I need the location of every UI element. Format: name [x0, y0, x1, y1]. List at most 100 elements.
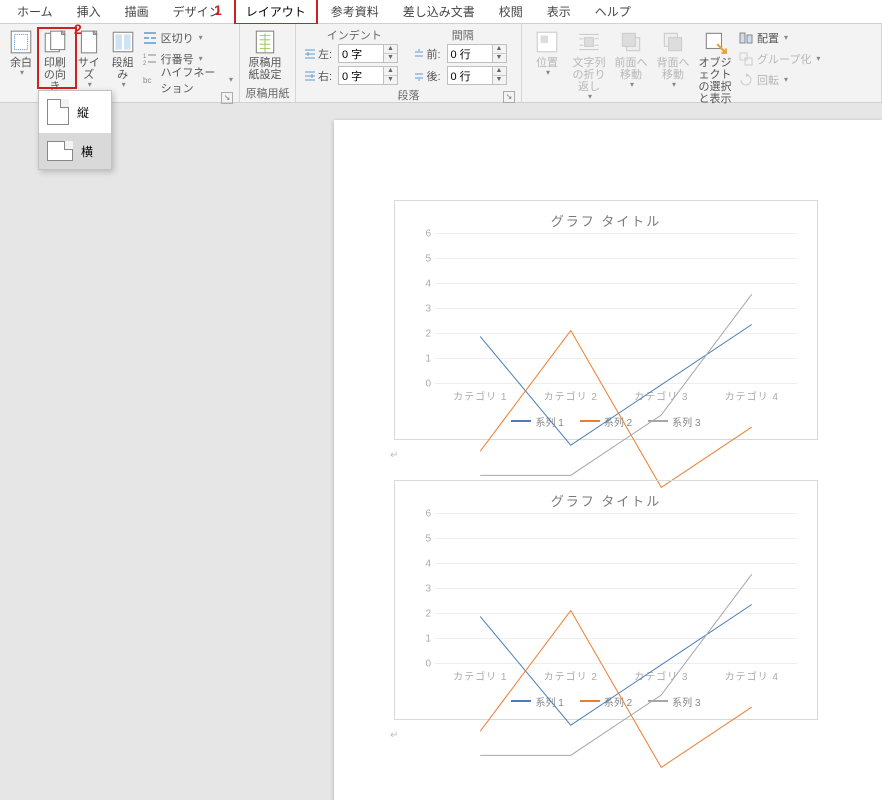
- bring-forward-label: 前面へ移動: [611, 57, 651, 81]
- chart-title: グラフ タイトル: [395, 491, 817, 510]
- indent-right-input[interactable]: [338, 66, 384, 85]
- spacing-before-input[interactable]: [447, 44, 493, 63]
- group-label-manuscript: 原稿用紙: [244, 85, 291, 101]
- ribbon-tabs: ホーム 挿入 描画 デザイン レイアウト 参考資料 差し込み文書 校閲 表示 ヘ…: [0, 0, 882, 24]
- breaks-label: 区切り: [161, 30, 194, 46]
- spacing-after-label: 後:: [413, 68, 447, 84]
- group-arrange: 位置 文字列の折り返し 前面へ移動 背面へ移動 オブジェクトの選択と表示: [522, 24, 882, 102]
- indent-right-label: 右:: [304, 68, 338, 84]
- rotate-button: 回転: [736, 69, 822, 90]
- selection-pane-label: オブジェクトの選択と表示: [695, 57, 735, 105]
- align-label: 配置: [757, 30, 779, 46]
- spacing-after-spinner[interactable]: ▲▼: [493, 66, 507, 85]
- annotation-2: 2: [74, 21, 82, 37]
- chart-title: グラフ タイトル: [395, 211, 817, 230]
- indent-title: インデント: [304, 27, 405, 43]
- orientation-portrait[interactable]: 縦: [39, 91, 111, 133]
- position-button: 位置: [526, 27, 568, 80]
- chart-2[interactable]: グラフ タイトル0123456カテゴリ 1カテゴリ 2カテゴリ 3カテゴリ 4系…: [394, 480, 818, 720]
- margins-icon: [8, 29, 34, 55]
- paragraph-dialog-launcher[interactable]: ↘: [503, 91, 515, 103]
- group-page-setup: 余白 印刷の向き サイズ 段組み 区切り 12 行: [0, 24, 240, 102]
- y-tick: 1: [425, 354, 431, 365]
- svg-text:2: 2: [143, 61, 147, 67]
- send-backward-icon: [660, 29, 686, 55]
- bring-forward-icon: [618, 29, 644, 55]
- rotate-label: 回転: [757, 72, 779, 88]
- align-button[interactable]: 配置: [736, 27, 822, 48]
- tab-help[interactable]: ヘルプ: [584, 0, 642, 24]
- y-tick: 2: [425, 329, 431, 340]
- y-tick: 3: [425, 304, 431, 315]
- orientation-dropdown: 縦 横: [38, 90, 112, 170]
- tab-home[interactable]: ホーム: [6, 0, 64, 24]
- y-tick: 5: [425, 534, 431, 545]
- svg-text:bc: bc: [143, 76, 151, 85]
- hyphenation-button[interactable]: bc ハイフネーション: [140, 69, 235, 90]
- margins-button[interactable]: 余白: [4, 27, 38, 80]
- tab-mailings[interactable]: 差し込み文書: [392, 0, 486, 24]
- columns-label: 段組み: [107, 57, 139, 81]
- spacing-after-input[interactable]: [447, 66, 493, 85]
- ribbon: 余白 印刷の向き サイズ 段組み 区切り 12 行: [0, 24, 882, 103]
- svg-text:1: 1: [143, 54, 147, 60]
- paragraph-mark: ↵: [390, 730, 398, 741]
- spacing-before-icon: [413, 48, 425, 60]
- manuscript-button[interactable]: 原稿用紙設定: [244, 27, 286, 83]
- spacing-title: 間隔: [413, 27, 514, 43]
- columns-button[interactable]: 段組み: [106, 27, 140, 92]
- send-backward-label: 背面へ移動: [653, 57, 693, 81]
- size-label: サイズ: [73, 57, 105, 81]
- group-objects-icon: [738, 51, 754, 67]
- columns-icon: [110, 29, 136, 55]
- chart-1[interactable]: グラフ タイトル0123456カテゴリ 1カテゴリ 2カテゴリ 3カテゴリ 4系…: [394, 200, 818, 440]
- tab-view[interactable]: 表示: [536, 0, 582, 24]
- align-icon: [738, 30, 754, 46]
- y-tick: 0: [425, 379, 431, 390]
- bring-forward-button: 前面へ移動: [610, 27, 652, 92]
- wrap-text-button: 文字列の折り返し: [568, 27, 610, 104]
- spacing-before-label: 前:: [413, 46, 447, 62]
- manuscript-label: 原稿用紙設定: [245, 57, 285, 81]
- group-paragraph: インデント 左: ▲▼ 右: ▲▼ 間隔 前: ▲▼: [296, 24, 522, 102]
- orientation-icon: [42, 29, 68, 55]
- y-tick: 6: [425, 229, 431, 240]
- indent-left-input[interactable]: [338, 44, 384, 63]
- spacing-before-spinner[interactable]: ▲▼: [493, 44, 507, 63]
- landscape-icon: [47, 141, 73, 161]
- group-label-paragraph: 段落 ↘: [300, 87, 517, 103]
- indent-left-icon: [304, 48, 316, 60]
- orientation-landscape-label: 横: [81, 143, 93, 160]
- annotation-1: 1: [214, 2, 222, 18]
- tab-draw[interactable]: 描画: [114, 0, 160, 24]
- indent-right-spinner[interactable]: ▲▼: [384, 66, 398, 85]
- wrap-text-label: 文字列の折り返し: [569, 57, 609, 93]
- group-manuscript: 原稿用紙設定 原稿用紙: [240, 24, 296, 102]
- selection-pane-button[interactable]: オブジェクトの選択と表示: [694, 27, 736, 107]
- y-tick: 3: [425, 584, 431, 595]
- y-tick: 5: [425, 254, 431, 265]
- page: グラフ タイトル0123456カテゴリ 1カテゴリ 2カテゴリ 3カテゴリ 4系…: [334, 120, 882, 800]
- orientation-landscape[interactable]: 横: [39, 133, 111, 169]
- y-tick: 6: [425, 509, 431, 520]
- manuscript-icon: [252, 29, 278, 55]
- y-tick: 4: [425, 559, 431, 570]
- paragraph-mark: ↵: [390, 450, 398, 461]
- spacing-after-icon: [413, 70, 425, 82]
- line-numbers-icon: 12: [142, 51, 158, 67]
- indent-right-icon: [304, 70, 316, 82]
- tab-insert[interactable]: 挿入: [66, 0, 112, 24]
- y-tick: 0: [425, 659, 431, 670]
- page-setup-dialog-launcher[interactable]: ↘: [221, 92, 233, 104]
- send-backward-button: 背面へ移動: [652, 27, 694, 92]
- group-objects-button: グループ化: [736, 48, 822, 69]
- tab-review[interactable]: 校閲: [488, 0, 534, 24]
- indent-left-spinner[interactable]: ▲▼: [384, 44, 398, 63]
- y-tick: 1: [425, 634, 431, 645]
- position-icon: [534, 29, 560, 55]
- breaks-button[interactable]: 区切り: [140, 27, 235, 48]
- orientation-portrait-label: 縦: [77, 104, 89, 121]
- tab-layout[interactable]: レイアウト: [234, 0, 318, 25]
- document-area[interactable]: グラフ タイトル0123456カテゴリ 1カテゴリ 2カテゴリ 3カテゴリ 4系…: [0, 104, 882, 800]
- tab-references[interactable]: 参考資料: [320, 0, 390, 24]
